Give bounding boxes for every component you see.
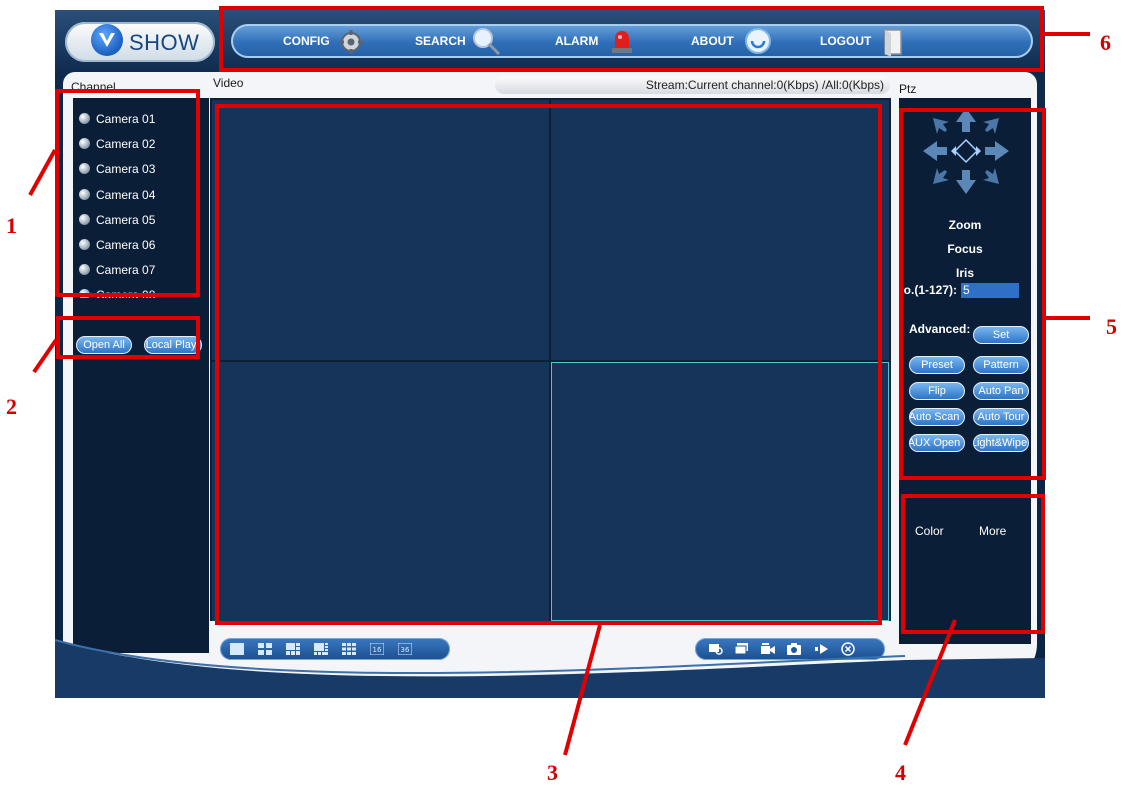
annotation-label-2: 2	[6, 394, 17, 419]
annotation-label-4: 4	[895, 760, 906, 785]
annotation-label-5: 5	[1106, 314, 1117, 339]
annotation-label-6: 6	[1100, 30, 1111, 55]
annotation-lines	[28, 32, 1090, 756]
annotation-label-3: 3	[547, 760, 558, 785]
annotation-label-1: 1	[6, 213, 17, 238]
